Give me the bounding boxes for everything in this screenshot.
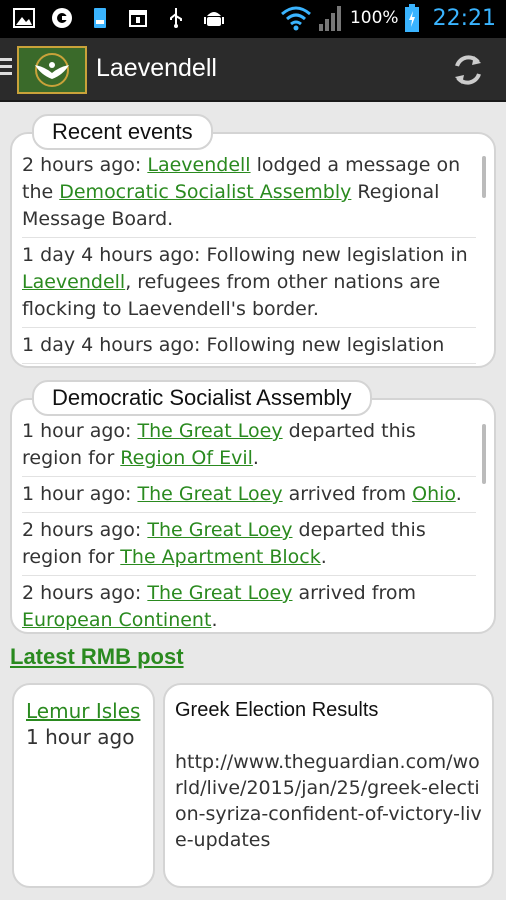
nation-link[interactable]: Laevendell [147,154,250,176]
region-link[interactable]: The Apartment Block [120,546,320,568]
region-link[interactable]: Democratic Socialist Assembly [59,181,351,203]
action-bar: Laevendell [0,38,506,102]
storage-icon [94,8,106,28]
region-label: Democratic Socialist Assembly [32,380,372,416]
post-text: http://www.theguardian.com/world/live/20… [175,751,482,851]
list-item: 2 hours ago: The Great Loey arrived from… [22,576,476,632]
nation-flag[interactable] [17,46,87,94]
scrollbar[interactable] [482,156,486,198]
status-bar: 100% 22:21 [0,0,506,38]
post-body-card[interactable]: Greek Election Results http://www.thegua… [163,683,494,888]
clock: 22:21 [432,5,496,31]
recent-events-card: 2 hours ago: Laevendell lodged a message… [10,132,496,368]
region-link[interactable]: Ohio [412,483,456,505]
list-item: 2 hours ago: The Great Loey departed thi… [22,513,476,576]
region-card: 1 hour ago: The Great Loey departed this… [10,398,496,634]
wifi-icon [281,6,311,31]
nation-link[interactable]: The Great Loey [147,519,292,541]
entry-text: arrived from [282,483,413,505]
list-item: 1 day 4 hours ago: Following new legisla… [22,328,476,364]
entry-text: 1 day 4 hours ago: Following new legisla… [22,244,468,266]
list-item: 1 day 4 hours ago: Following new legisla… [22,238,476,328]
entry-text: 1 hour ago: [22,420,138,442]
app-title: Laevendell [96,54,217,82]
region-link[interactable]: Region Of Evil [120,447,253,469]
refresh-icon[interactable] [450,52,486,88]
battery-icon [404,4,419,32]
recent-events-label: Recent events [32,114,213,150]
entry-text: . [252,447,259,469]
nation-link[interactable]: The Great Loey [147,582,292,604]
eagle-emblem-icon [35,53,69,87]
entry-text: . [211,609,218,631]
post-author-link[interactable]: Lemur Isles [26,699,140,723]
region-link[interactable]: European Continent [22,609,211,631]
calendar-icon [129,10,147,27]
post-timestamp: 1 hour ago [26,725,135,749]
list-item: 1 hour ago: The Great Loey departed this… [22,414,476,477]
entry-text: 2 hours ago: [22,519,148,541]
image-icon [13,8,35,28]
post-author-card: Lemur Isles 1 hour ago [12,683,155,888]
recent-events-feed[interactable]: 2 hours ago: Laevendell lodged a message… [22,148,476,364]
scrollbar[interactable] [482,424,486,484]
entry-text: . [455,483,462,505]
latest-rmb-heading[interactable]: Latest RMB post [10,644,184,670]
nation-link[interactable]: Laevendell [22,271,125,293]
signal-icon [318,6,341,31]
drawer-toggle-icon[interactable] [0,58,12,78]
post-title: Greek Election Results [175,699,379,721]
usb-icon [170,8,182,28]
sync-app-icon [52,8,72,28]
entry-text: 2 hours ago: [22,582,148,604]
entry-text: 2 hours ago: [22,154,148,176]
nation-link[interactable]: The Great Loey [137,420,282,442]
entry-text: arrived from [292,582,416,604]
android-debug-icon [204,12,224,26]
entry-text: 1 hour ago: [22,483,138,505]
battery-percent: 100% [349,8,399,28]
list-item: 1 hour ago: The Great Loey arrived from … [22,477,476,513]
region-feed[interactable]: 1 hour ago: The Great Loey departed this… [22,414,476,632]
entry-text: 1 day 4 hours ago: Following new legisla… [22,334,445,356]
list-item: 2 hours ago: Laevendell lodged a message… [22,148,476,238]
nation-link[interactable]: The Great Loey [137,483,282,505]
entry-text: . [320,546,327,568]
